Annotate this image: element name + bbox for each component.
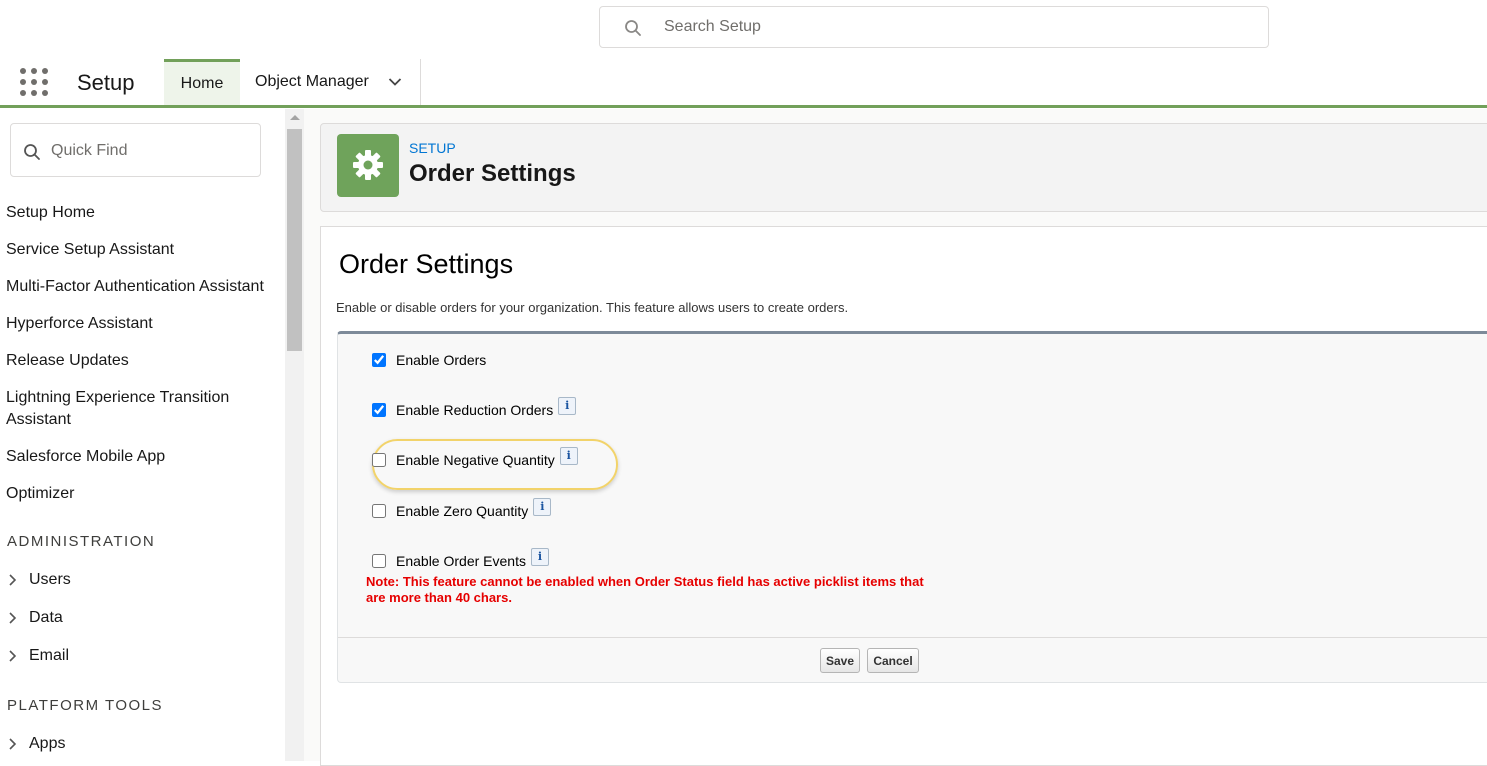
setting-enable-reduction-orders[interactable]: Enable Reduction Orders i bbox=[370, 397, 577, 418]
sidebar-item-salesforce-mobile-app[interactable]: Salesforce Mobile App bbox=[6, 446, 281, 468]
scrollbar-thumb[interactable] bbox=[287, 129, 302, 351]
enable-orders-checkbox[interactable] bbox=[372, 353, 386, 367]
gear-icon bbox=[337, 134, 399, 197]
info-icon[interactable]: i bbox=[530, 548, 549, 566]
setting-enable-negative-quantity[interactable]: Enable Negative Quantity i bbox=[370, 447, 578, 468]
enable-reduction-orders-checkbox[interactable] bbox=[372, 403, 386, 417]
settings-form: Enable Orders Enable Reduction Orders i … bbox=[337, 331, 1487, 683]
setting-label: Enable Order Events bbox=[396, 553, 526, 569]
context-bar: Setup Home Object Manager bbox=[0, 56, 1487, 108]
sidebar-heading-platform-tools: PLATFORM TOOLS bbox=[7, 697, 164, 714]
enable-negative-quantity-checkbox[interactable] bbox=[372, 453, 386, 467]
app-name: Setup bbox=[77, 70, 135, 95]
tab-object-manager-label: Object Manager bbox=[255, 73, 369, 90]
global-header bbox=[0, 0, 1487, 56]
sidebar-item-apps[interactable]: Apps bbox=[6, 735, 65, 753]
scroll-up-arrow-icon[interactable] bbox=[290, 115, 300, 120]
button-bar: Save Cancel bbox=[338, 637, 1487, 683]
sidebar-item-email[interactable]: Email bbox=[6, 647, 69, 665]
chevron-right-icon bbox=[9, 574, 17, 586]
page-title: Order Settings bbox=[409, 160, 576, 187]
chevron-right-icon bbox=[9, 612, 17, 624]
setting-enable-order-events[interactable]: Enable Order Events i bbox=[370, 548, 549, 569]
save-button[interactable]: Save bbox=[820, 648, 860, 673]
main-content-area: SETUP Order Settings Order Settings Enab… bbox=[304, 109, 1487, 766]
setting-label: Enable Zero Quantity bbox=[396, 503, 529, 519]
quick-find-box[interactable] bbox=[10, 123, 261, 177]
chevron-right-icon bbox=[9, 650, 17, 662]
tab-object-manager[interactable]: Object Manager bbox=[240, 59, 421, 105]
setting-enable-orders[interactable]: Enable Orders bbox=[370, 352, 486, 368]
sidebar-item-lightning-transition-assistant[interactable]: Lightning Experience Transition Assistan… bbox=[6, 387, 246, 431]
sidebar-scrollbar[interactable] bbox=[285, 109, 304, 761]
setting-label: Enable Negative Quantity bbox=[396, 452, 555, 468]
sidebar-item-users[interactable]: Users bbox=[6, 571, 71, 589]
search-icon bbox=[24, 144, 40, 160]
sidebar-item-optimizer[interactable]: Optimizer bbox=[6, 483, 281, 505]
section-description: Enable or disable orders for your organi… bbox=[336, 300, 849, 315]
sidebar-item-data[interactable]: Data bbox=[6, 609, 63, 627]
order-events-note: Note: This feature cannot be enabled whe… bbox=[366, 574, 924, 605]
enable-zero-quantity-checkbox[interactable] bbox=[372, 504, 386, 518]
sidebar-item-hyperforce-assistant[interactable]: Hyperforce Assistant bbox=[6, 313, 281, 335]
page-header: SETUP Order Settings bbox=[320, 123, 1487, 212]
gear-icon-glyph bbox=[353, 150, 383, 180]
search-icon bbox=[625, 20, 641, 36]
quick-find-input[interactable] bbox=[51, 140, 251, 162]
info-icon[interactable]: i bbox=[558, 397, 577, 415]
sidebar-item-label: Data bbox=[29, 609, 63, 626]
sidebar-item-label: Apps bbox=[29, 735, 66, 752]
setting-enable-zero-quantity[interactable]: Enable Zero Quantity i bbox=[370, 498, 552, 519]
tab-home[interactable]: Home bbox=[164, 59, 240, 105]
section-title: Order Settings bbox=[339, 249, 514, 279]
chevron-down-icon[interactable] bbox=[388, 77, 402, 87]
enable-order-events-checkbox[interactable] bbox=[372, 554, 386, 568]
order-settings-panel: Order Settings Enable or disable orders … bbox=[320, 226, 1487, 766]
search-setup-box[interactable] bbox=[599, 6, 1269, 48]
sidebar-item-mfa-assistant[interactable]: Multi-Factor Authentication Assistant bbox=[6, 276, 281, 298]
sidebar-item-setup-home[interactable]: Setup Home bbox=[6, 202, 281, 224]
setup-sidebar: Setup Home Service Setup Assistant Multi… bbox=[0, 109, 285, 761]
breadcrumb[interactable]: SETUP bbox=[409, 140, 456, 156]
sidebar-item-label: Users bbox=[29, 571, 71, 588]
info-icon[interactable]: i bbox=[533, 498, 552, 516]
chevron-right-icon bbox=[9, 738, 17, 750]
sidebar-item-release-updates[interactable]: Release Updates bbox=[6, 350, 281, 372]
setting-label: Enable Reduction Orders bbox=[396, 402, 554, 418]
info-icon[interactable]: i bbox=[559, 447, 578, 465]
cancel-button[interactable]: Cancel bbox=[867, 648, 919, 673]
sidebar-item-label: Email bbox=[29, 647, 70, 664]
search-setup-input[interactable] bbox=[664, 15, 1244, 39]
setting-label: Enable Orders bbox=[396, 352, 487, 368]
app-launcher-icon[interactable] bbox=[20, 68, 50, 98]
sidebar-heading-administration: ADMINISTRATION bbox=[7, 533, 156, 550]
sidebar-item-service-setup-assistant[interactable]: Service Setup Assistant bbox=[6, 239, 281, 261]
tab-home-label: Home bbox=[180, 74, 224, 92]
